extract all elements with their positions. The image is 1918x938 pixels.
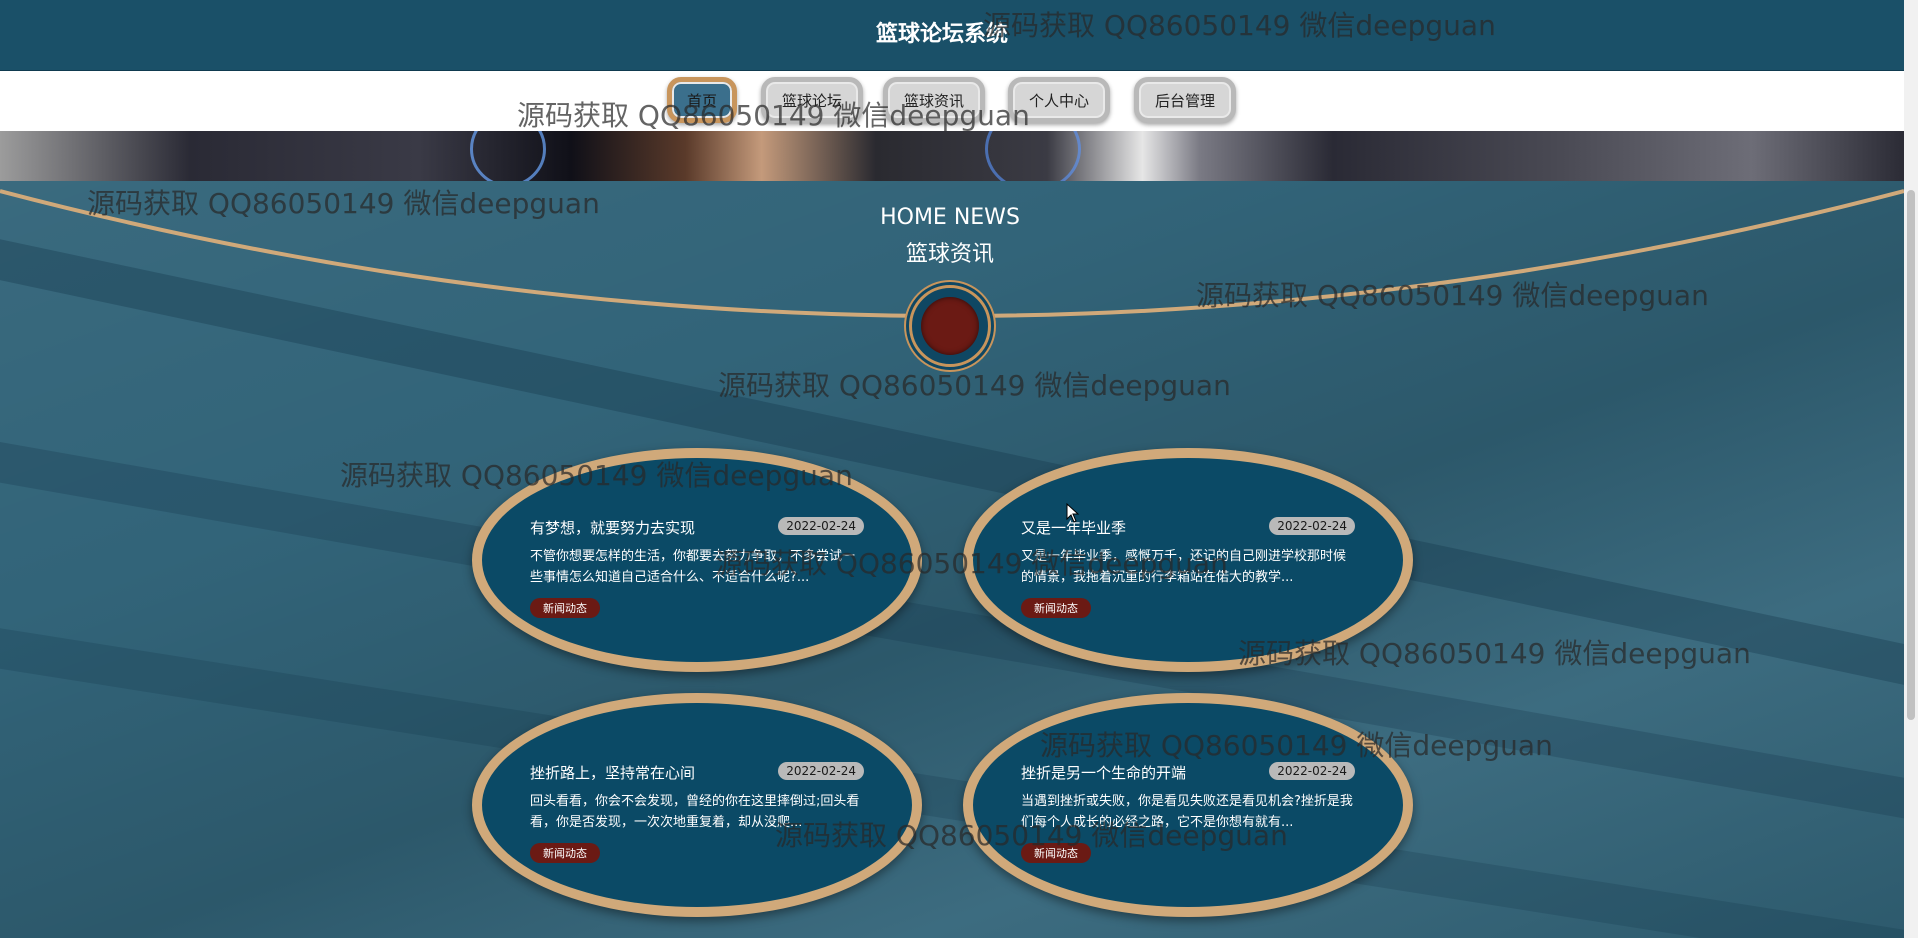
news-category-tag: 新闻动态 (1021, 843, 1091, 863)
center-ornament (909, 285, 991, 367)
section-title-cn: 篮球资讯 (905, 242, 994, 267)
news-date-badge: 2022-02-24 (778, 517, 864, 535)
news-title: 挫折是另一个生命的开端 (1021, 764, 1187, 782)
news-category-tag: 新闻动态 (1021, 598, 1091, 618)
news-summary: 不管你想要怎样的生活，你都要去努力争取，不多尝试一些事情怎么知道自己适合什么、不… (530, 549, 856, 585)
news-date-badge: 2022-02-24 (1269, 517, 1355, 535)
news-date-badge: 2022-02-24 (778, 762, 864, 780)
nav-bar: 首页 篮球论坛 篮球资讯 个人中心 后台管理 (0, 71, 1904, 131)
scrollbar-thumb[interactable] (1907, 190, 1915, 720)
news-summary: 回头看看，你会不会发现，曾经的你在这里摔倒过;回头看看，你是否发现，一次次地重复… (530, 794, 860, 830)
header-bar: 篮球论坛系统 (0, 0, 1904, 71)
news-category-tag: 新闻动态 (530, 843, 600, 863)
news-date-badge: 2022-02-24 (1269, 762, 1355, 780)
site-title: 篮球论坛系统 (875, 22, 1008, 47)
news-title: 又是一年毕业季 (1021, 519, 1127, 537)
section-title-en: HOME NEWS (880, 205, 1020, 230)
mouse-cursor-icon (1066, 503, 1080, 523)
page: 篮球论坛系统 首页 篮球论坛 篮球资讯 个人中心 后台管理 HOME NEWS … (0, 0, 1918, 938)
news-card[interactable]: 挫折路上，坚持常在心间 2022-02-24 回头看看，你会不会发现，曾经的你在… (472, 693, 922, 917)
news-summary: 当遇到挫折或失败，你是看见失败还是看见机会?挫折是我们每个人成长的必经之路，它不… (1021, 794, 1353, 830)
banner-light-decoration (470, 131, 546, 181)
nav-profile-button[interactable]: 个人中心 (1008, 77, 1110, 123)
nav-admin-button[interactable]: 后台管理 (1134, 77, 1236, 123)
news-card[interactable]: 又是一年毕业季 2022-02-24 又是一年毕业季，感慨万千，还记的自己刚进学… (963, 448, 1413, 672)
page-scrollbar[interactable] (1904, 0, 1918, 938)
news-category-tag: 新闻动态 (530, 598, 600, 618)
news-card[interactable]: 挫折是另一个生命的开端 2022-02-24 当遇到挫折或失败，你是看见失败还是… (963, 693, 1413, 917)
banner-light-decoration (985, 131, 1081, 181)
news-section: HOME NEWS 篮球资讯 有梦想，就要努力去实现 2022-02-24 不管… (0, 181, 1904, 938)
news-title: 挫折路上，坚持常在心间 (530, 764, 696, 782)
news-card[interactable]: 有梦想，就要努力去实现 2022-02-24 不管你想要怎样的生活，你都要去努力… (472, 448, 922, 672)
nav-home-button[interactable]: 首页 (667, 77, 737, 123)
news-title: 有梦想，就要努力去实现 (530, 519, 696, 537)
nav-forum-button[interactable]: 篮球论坛 (761, 77, 863, 123)
banner-image (0, 131, 1904, 181)
nav-news-button[interactable]: 篮球资讯 (883, 77, 985, 123)
news-summary: 又是一年毕业季，感慨万千，还记的自己刚进学校那时候的情景，我拖着沉重的行李箱站在… (1021, 549, 1347, 585)
